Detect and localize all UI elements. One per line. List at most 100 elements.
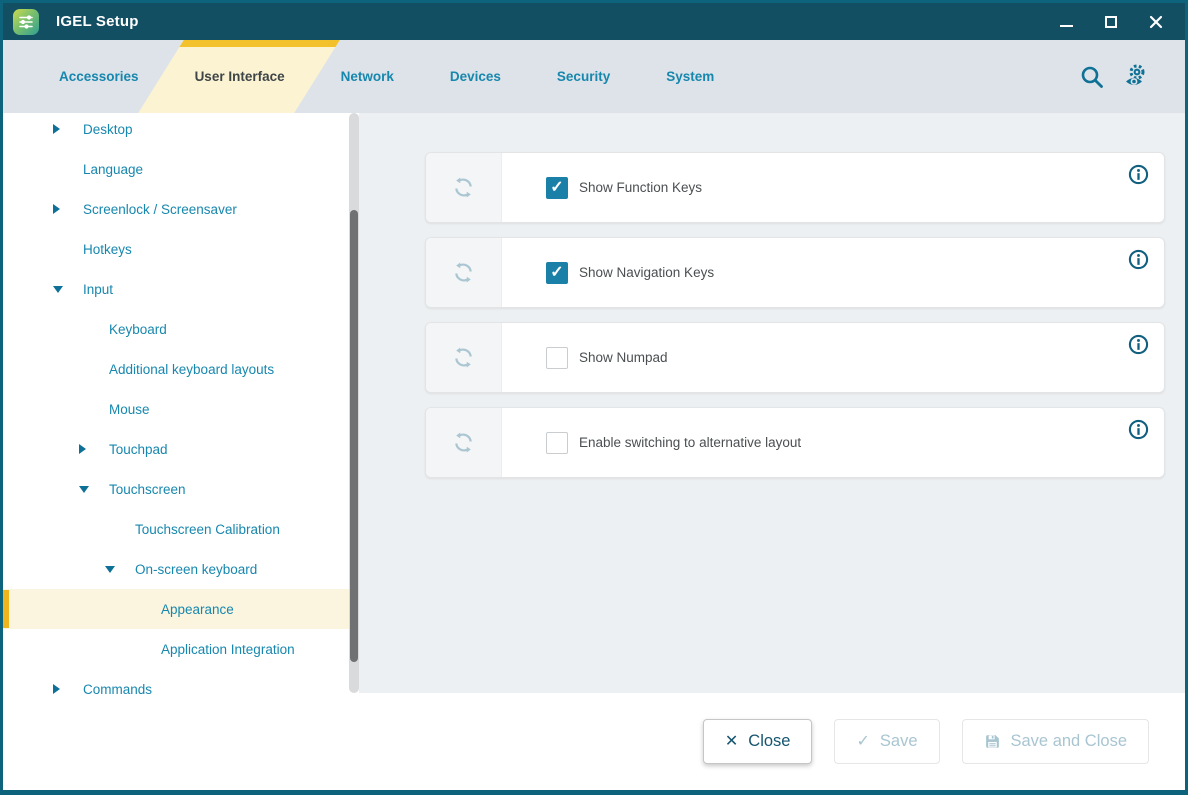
- expander-collapsed-icon[interactable]: [53, 124, 83, 134]
- setting-row-show-function-keys: Show Function Keys: [425, 152, 1165, 223]
- info-icon: [1128, 334, 1149, 355]
- tree-item-label: Hotkeys: [83, 242, 132, 257]
- tree-item-label: Touchscreen Calibration: [135, 522, 280, 537]
- setting-row-show-numpad: Show Numpad: [425, 322, 1165, 393]
- maximize-button[interactable]: [1102, 13, 1120, 31]
- tree-item-label: Additional keyboard layouts: [109, 362, 274, 377]
- setting-row-enable-alternative-layout: Enable switching to alternative layout: [425, 407, 1165, 478]
- tree-item-label: Appearance: [161, 602, 234, 617]
- tab-security[interactable]: Security: [557, 40, 610, 113]
- main-tabbar: Accessories User Interface Network Devic…: [3, 40, 1185, 113]
- info-button[interactable]: [1128, 419, 1149, 440]
- tree-item-application-integration[interactable]: Application Integration: [3, 629, 349, 669]
- reset-parameter-button[interactable]: [426, 238, 502, 307]
- close-icon: [1149, 15, 1163, 29]
- tab-network-label: Network: [341, 69, 394, 84]
- expander-collapsed-icon[interactable]: [53, 684, 83, 694]
- tree-item-hotkeys[interactable]: Hotkeys: [3, 229, 349, 269]
- close-button[interactable]: ✕ Close: [703, 719, 813, 764]
- sync-icon: [452, 261, 475, 284]
- tree-item-language[interactable]: Language: [3, 149, 349, 189]
- tab-system[interactable]: System: [666, 40, 714, 113]
- tree-item-label: Application Integration: [161, 642, 295, 657]
- tree-item-input[interactable]: Input: [3, 269, 349, 309]
- expander-expanded-icon[interactable]: [79, 486, 109, 493]
- reset-parameter-button[interactable]: [426, 153, 502, 222]
- info-button[interactable]: [1128, 334, 1149, 355]
- gear-eye-icon: [1122, 63, 1149, 90]
- tree-item-appearance-selected[interactable]: Appearance: [3, 589, 349, 629]
- tree-item-on-screen-keyboard[interactable]: On-screen keyboard: [3, 549, 349, 589]
- expander-expanded-icon[interactable]: [105, 566, 135, 573]
- checkbox-enable-alternative-layout[interactable]: [546, 432, 568, 454]
- tree-item-desktop[interactable]: Desktop: [3, 109, 349, 149]
- tree-item-touchscreen-calibration[interactable]: Touchscreen Calibration: [3, 509, 349, 549]
- save-button[interactable]: ✓ Save: [834, 719, 939, 764]
- expander-expanded-icon[interactable]: [53, 286, 83, 293]
- tree-item-mouse[interactable]: Mouse: [3, 389, 349, 429]
- tree-item-additional-keyboard-layouts[interactable]: Additional keyboard layouts: [3, 349, 349, 389]
- search-button[interactable]: [1078, 63, 1105, 90]
- setting-row-show-navigation-keys: Show Navigation Keys: [425, 237, 1165, 308]
- tree-item-label: Commands: [83, 682, 152, 697]
- save-button-label: Save: [880, 732, 918, 751]
- setting-label: Enable switching to alternative layout: [579, 435, 801, 450]
- checkbox-show-navigation-keys[interactable]: [546, 262, 568, 284]
- tab-devices[interactable]: Devices: [450, 40, 501, 113]
- setting-label: Show Navigation Keys: [579, 265, 714, 280]
- sync-icon: [452, 346, 475, 369]
- settings-tree-sidebar: Desktop Language Screenlock / Screensave…: [3, 113, 349, 693]
- app-logo-sliders-icon: [13, 9, 39, 35]
- tree-item-commands[interactable]: Commands: [3, 669, 349, 709]
- maximize-icon: [1105, 16, 1117, 28]
- checkbox-show-numpad[interactable]: [546, 347, 568, 369]
- scrollbar-thumb[interactable]: [350, 210, 358, 662]
- tab-network[interactable]: Network: [341, 40, 394, 113]
- check-icon: ✓: [856, 734, 869, 750]
- tab-security-label: Security: [557, 69, 610, 84]
- tree-item-touchscreen[interactable]: Touchscreen: [3, 469, 349, 509]
- tab-devices-label: Devices: [450, 69, 501, 84]
- sidebar-scrollbar: [349, 113, 359, 693]
- igel-setup-window: IGEL Setup Accessories User Interface Ne…: [0, 0, 1188, 795]
- titlebar: IGEL Setup: [3, 3, 1185, 40]
- expander-collapsed-icon[interactable]: [53, 204, 83, 214]
- info-icon: [1128, 249, 1149, 270]
- sync-icon: [452, 176, 475, 199]
- minimize-button[interactable]: [1057, 13, 1075, 31]
- info-button[interactable]: [1128, 164, 1149, 185]
- info-button[interactable]: [1128, 249, 1149, 270]
- info-icon: [1128, 164, 1149, 185]
- save-and-close-button[interactable]: Save and Close: [962, 719, 1150, 764]
- window-title: IGEL Setup: [56, 13, 139, 30]
- save-and-close-button-label: Save and Close: [1011, 732, 1128, 751]
- info-icon: [1128, 419, 1149, 440]
- tree-item-keyboard[interactable]: Keyboard: [3, 309, 349, 349]
- close-window-button[interactable]: [1147, 13, 1165, 31]
- search-icon: [1079, 64, 1105, 90]
- setting-label: Show Numpad: [579, 350, 668, 365]
- setting-label: Show Function Keys: [579, 180, 702, 195]
- reset-parameter-button[interactable]: [426, 323, 502, 392]
- tree-item-label: Screenlock / Screensaver: [83, 202, 237, 217]
- checkbox-show-function-keys[interactable]: [546, 177, 568, 199]
- tree-item-label: Touchpad: [109, 442, 168, 457]
- settings-panel: Show Function Keys: [359, 113, 1185, 693]
- reset-parameter-button[interactable]: [426, 408, 502, 477]
- tree-item-touchpad[interactable]: Touchpad: [3, 429, 349, 469]
- tab-accessories[interactable]: Accessories: [59, 40, 139, 113]
- settings-tree: Desktop Language Screenlock / Screensave…: [3, 109, 349, 709]
- floppy-icon: [984, 733, 1001, 750]
- setup-assistant-button[interactable]: [1122, 63, 1149, 90]
- tabbar-icons: [1078, 40, 1185, 113]
- tab-accessories-label: Accessories: [59, 69, 139, 84]
- tree-item-screenlock-screensaver[interactable]: Screenlock / Screensaver: [3, 189, 349, 229]
- x-icon: ✕: [725, 734, 738, 750]
- expander-collapsed-icon[interactable]: [79, 444, 109, 454]
- tab-user-interface[interactable]: User Interface: [195, 40, 285, 113]
- tree-item-label: Language: [83, 162, 143, 177]
- tree-item-label: Input: [83, 282, 113, 297]
- tree-item-label: Mouse: [109, 402, 150, 417]
- tree-item-label: On-screen keyboard: [135, 562, 257, 577]
- sync-icon: [452, 431, 475, 454]
